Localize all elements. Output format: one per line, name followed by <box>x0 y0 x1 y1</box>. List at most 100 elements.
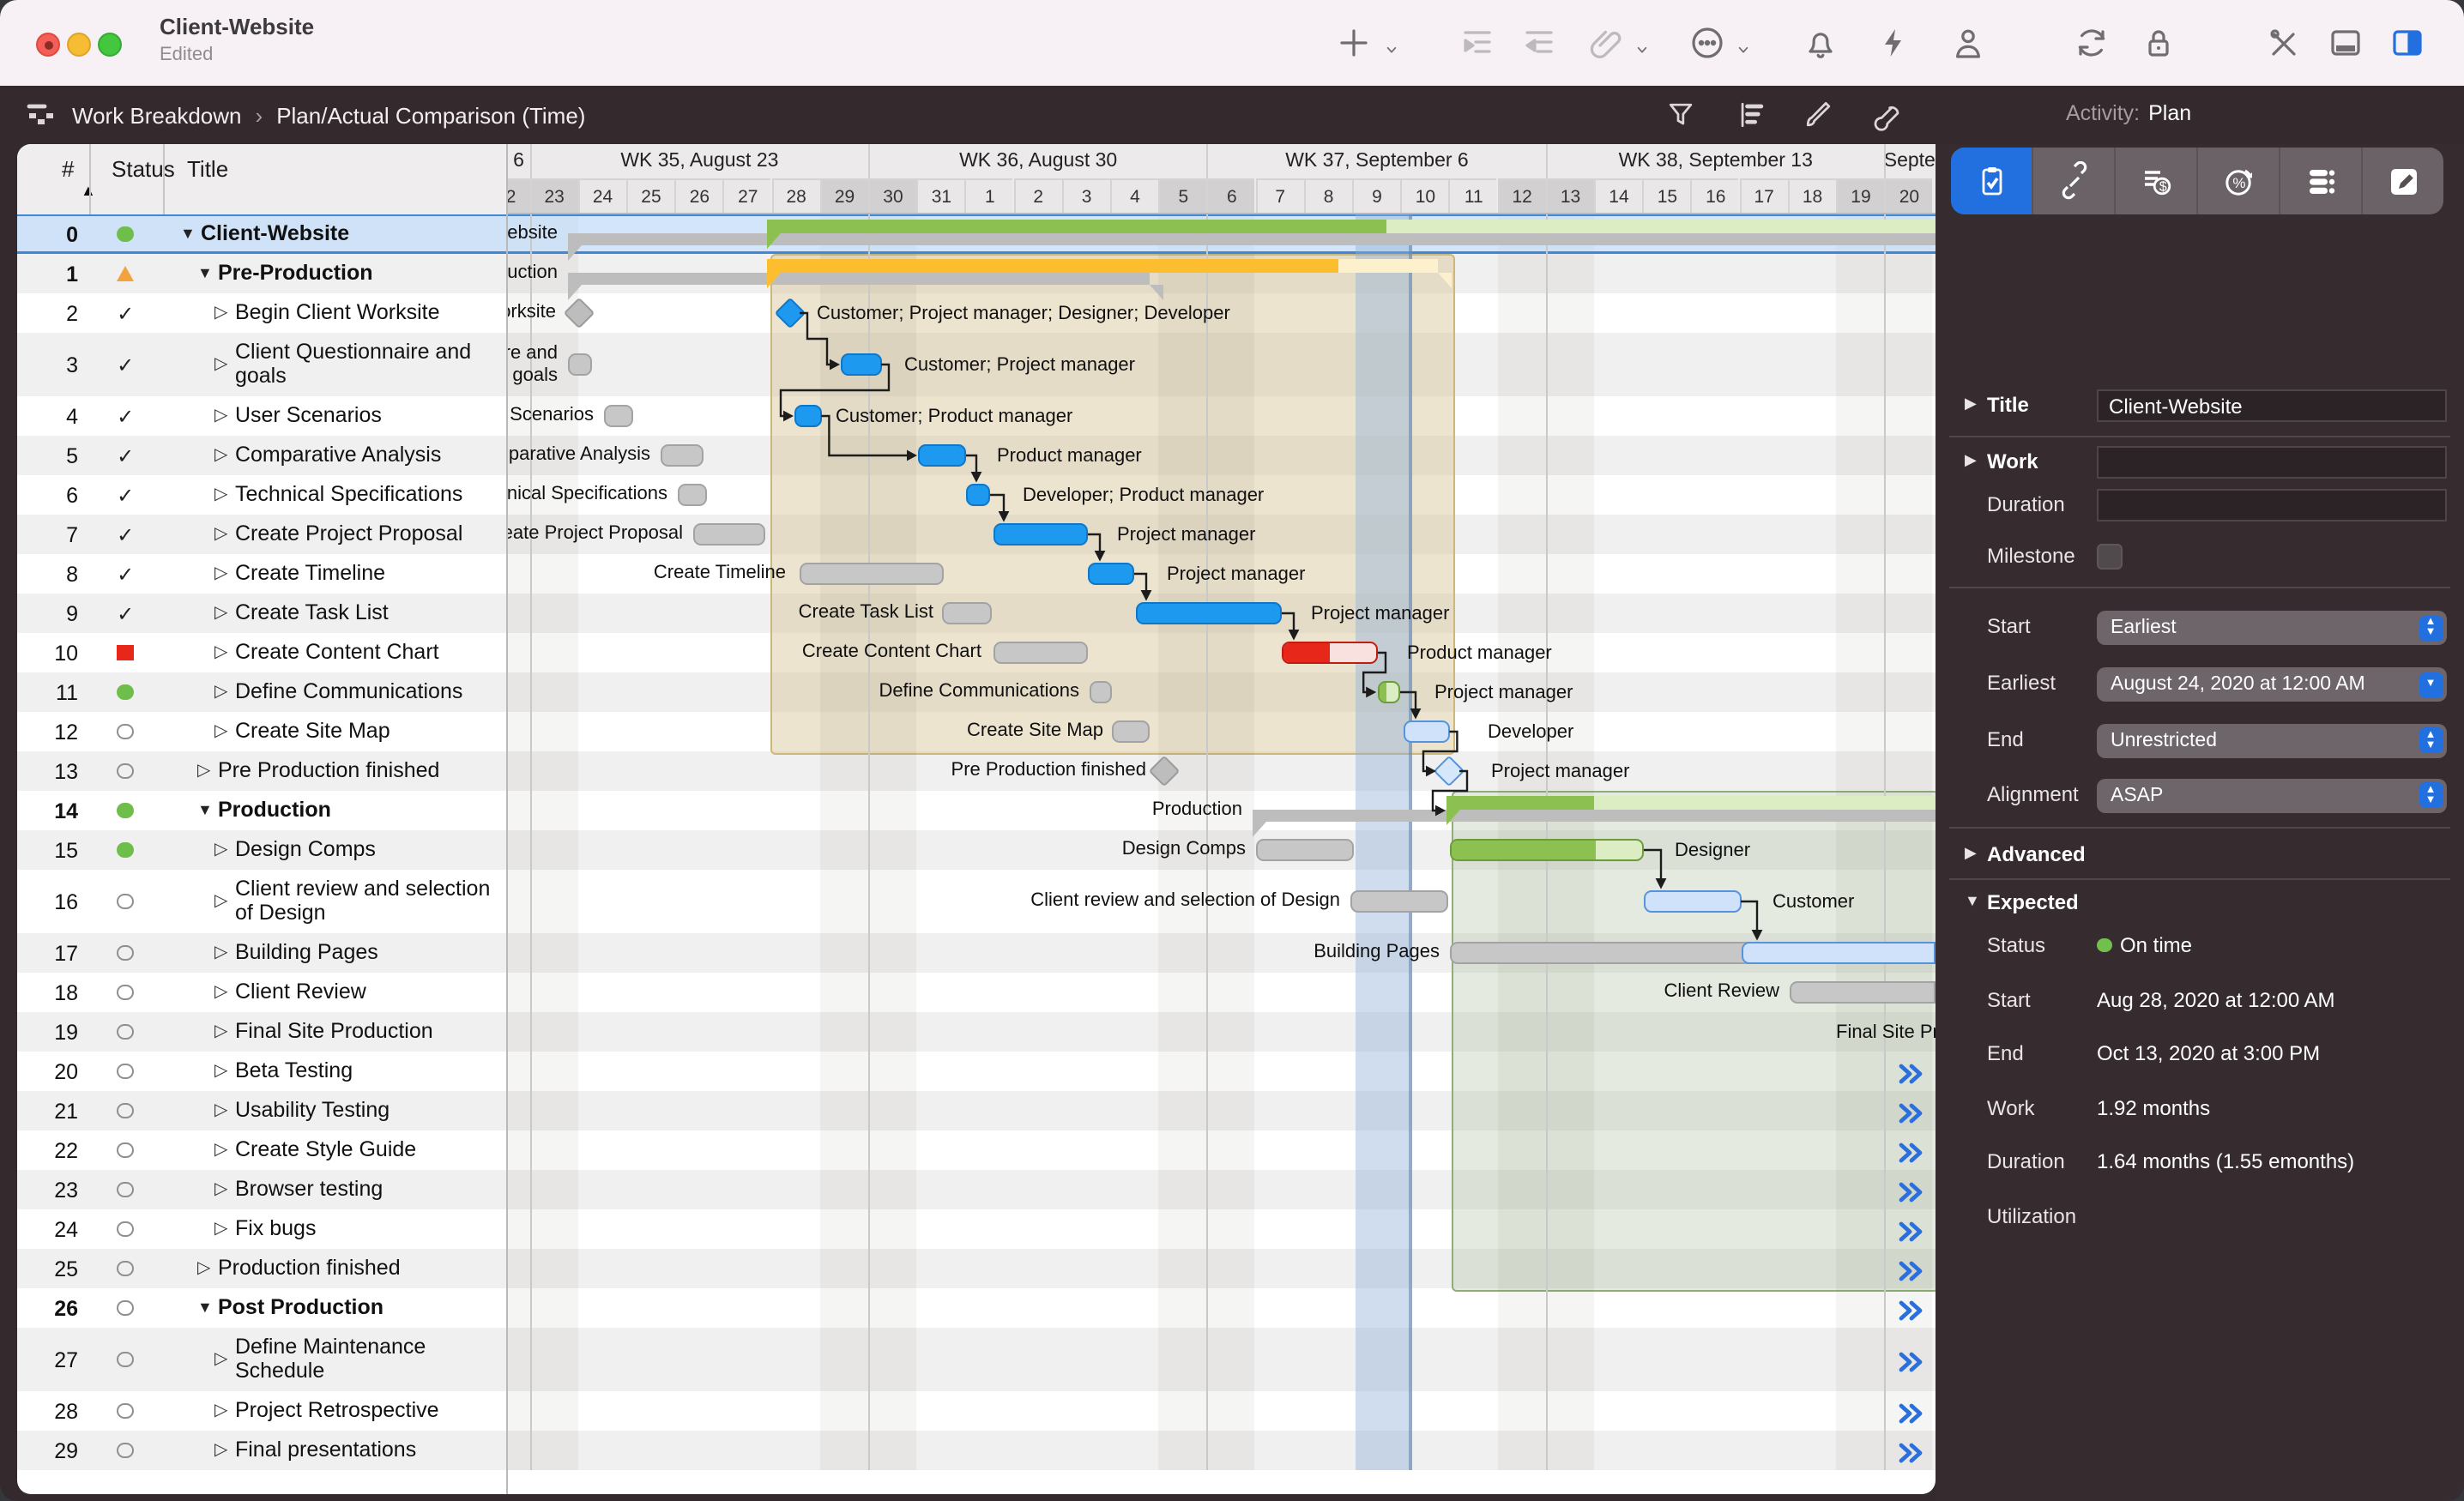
summary-bar[interactable] <box>1446 795 1936 810</box>
continues-right-indicator[interactable] <box>1898 1258 1925 1289</box>
disclosure-triangle[interactable]: ▷ <box>214 942 235 965</box>
table-row-18[interactable]: 18▷Client Review <box>17 973 506 1012</box>
column-header-number[interactable]: # <box>62 156 74 182</box>
brush-icon[interactable] <box>1802 98 1836 132</box>
title-disclosure[interactable]: ▶ <box>1965 395 1977 413</box>
expected-bar[interactable] <box>1741 942 1936 965</box>
indent-icon[interactable] <box>1458 24 1496 62</box>
continues-right-indicator[interactable] <box>1898 1179 1925 1210</box>
baseline-summary-bar[interactable] <box>568 273 1150 285</box>
table-row-15[interactable]: 15▷Design Comps <box>17 830 506 870</box>
continues-right-indicator[interactable] <box>1898 1298 1925 1329</box>
disclosure-triangle[interactable]: ▷ <box>214 484 235 507</box>
table-row-9[interactable]: 9✓▷Create Task List <box>17 594 506 633</box>
disclosure-triangle[interactable]: ▷ <box>214 602 235 625</box>
table-row-6[interactable]: 6✓▷Technical Specifications <box>17 475 506 515</box>
disclosure-triangle[interactable]: ▷ <box>214 1439 235 1462</box>
table-row-19[interactable]: 19▷Final Site Production <box>17 1012 506 1052</box>
disclosure-triangle[interactable]: ▷ <box>214 1218 235 1241</box>
expected-bar[interactable] <box>1282 642 1378 665</box>
inspector-tab-info[interactable] <box>1951 148 2033 214</box>
table-row-5[interactable]: 5✓▷Comparative Analysis <box>17 436 506 475</box>
plan-bar[interactable] <box>1450 942 1788 965</box>
plan-bar[interactable] <box>1256 839 1354 862</box>
alignment-popup[interactable]: ASAP ▲▼ <box>2097 778 2447 812</box>
stepper-icon[interactable]: ▲▼ <box>2419 782 2443 808</box>
breadcrumb-item-view[interactable]: Plan/Actual Comparison (Time) <box>276 102 585 128</box>
expected-bar[interactable] <box>794 405 821 428</box>
continues-right-indicator[interactable] <box>1898 1219 1925 1250</box>
inspector-tab-finance[interactable]: $ <box>2116 148 2198 214</box>
table-row-28[interactable]: 28▷Project Retrospective <box>17 1391 506 1431</box>
table-row-12[interactable]: 12▷Create Site Map <box>17 712 506 751</box>
continues-right-indicator[interactable] <box>1898 1349 1925 1380</box>
plan-bar[interactable] <box>1350 890 1448 913</box>
expected-bar[interactable] <box>966 484 990 507</box>
expected-bar[interactable] <box>1403 720 1449 744</box>
expected-bar[interactable] <box>1377 681 1400 704</box>
expected-bar[interactable] <box>1644 890 1741 913</box>
summary-bar[interactable] <box>767 258 1438 273</box>
filter-icon[interactable] <box>1664 98 1699 132</box>
inspector-tab-notes[interactable] <box>2363 148 2443 214</box>
inspector-tab-links[interactable] <box>2033 148 2116 214</box>
continues-right-indicator[interactable] <box>1898 1401 1925 1432</box>
chevron-down-icon[interactable] <box>1381 31 1402 69</box>
outdent-icon[interactable] <box>1520 24 1558 62</box>
table-row-20[interactable]: 20▷Beta Testing <box>17 1052 506 1091</box>
plan-bar[interactable] <box>568 353 592 377</box>
bolt-icon[interactable] <box>1874 24 1911 62</box>
expected-disclosure[interactable]: ▼ <box>1965 892 1980 909</box>
close-button[interactable] <box>36 33 60 57</box>
zoom-button[interactable] <box>98 33 122 57</box>
disclosure-triangle[interactable]: ▼ <box>180 223 201 246</box>
ellipsis-icon[interactable] <box>1688 24 1726 62</box>
expected-bar[interactable] <box>1450 839 1644 862</box>
table-row-24[interactable]: 24▷Fix bugs <box>17 1209 506 1249</box>
table-row-22[interactable]: 22▷Create Style Guide <box>17 1130 506 1170</box>
disclosure-triangle[interactable]: ▷ <box>214 353 235 377</box>
table-row-26[interactable]: 26▼Post Production <box>17 1288 506 1328</box>
disclosure-triangle[interactable]: ▷ <box>214 890 235 913</box>
disclosure-triangle[interactable]: ▷ <box>214 720 235 744</box>
inspector-tab-resources[interactable] <box>2280 148 2363 214</box>
table-row-17[interactable]: 17▷Building Pages <box>17 933 506 973</box>
end-popup[interactable]: Unrestricted ▲▼ <box>2097 723 2447 757</box>
column-header-title[interactable]: Title <box>187 156 228 182</box>
attach-icon[interactable] <box>1587 24 1625 62</box>
plan-bar[interactable] <box>661 444 704 467</box>
add-icon[interactable] <box>1335 24 1373 62</box>
summary-bar[interactable] <box>767 219 1936 233</box>
disclosure-triangle[interactable]: ▷ <box>214 405 235 428</box>
baseline-summary-bar[interactable] <box>1253 810 1936 822</box>
table-row-21[interactable]: 21▷Usability Testing <box>17 1091 506 1130</box>
wrench-icon[interactable] <box>1869 98 1903 132</box>
format-icon[interactable] <box>1735 98 1769 132</box>
chevron-down-icon[interactable]: ▼ <box>2419 672 2443 697</box>
disclosure-triangle[interactable]: ▷ <box>214 642 235 665</box>
disclosure-triangle[interactable]: ▷ <box>197 1257 218 1281</box>
work-input[interactable] <box>2097 446 2447 479</box>
continues-right-indicator[interactable] <box>1898 1061 1925 1092</box>
tools-icon[interactable] <box>2265 24 2303 62</box>
table-row-1[interactable]: 1▼Pre-Production <box>17 254 506 293</box>
table-row-23[interactable]: 23▷Browser testing <box>17 1170 506 1209</box>
expected-bar[interactable] <box>918 444 966 467</box>
person-icon[interactable] <box>1949 24 1987 62</box>
work-disclosure[interactable]: ▶ <box>1965 451 1977 470</box>
table-row-7[interactable]: 7✓▷Create Project Proposal <box>17 515 506 554</box>
disclosure-triangle[interactable]: ▼ <box>197 262 218 286</box>
disclosure-triangle[interactable]: ▼ <box>197 799 218 823</box>
plan-bar[interactable] <box>678 484 707 507</box>
title-input[interactable]: Client-Website <box>2097 389 2447 422</box>
table-row-13[interactable]: 13▷Pre Production finished <box>17 751 506 791</box>
disclosure-triangle[interactable]: ▷ <box>214 1348 235 1371</box>
stepper-icon[interactable]: ▲▼ <box>2419 615 2443 641</box>
panel-right-icon[interactable] <box>2389 24 2426 62</box>
table-row-11[interactable]: 11▷Define Communications <box>17 672 506 712</box>
disclosure-triangle[interactable]: ▷ <box>214 839 235 862</box>
disclosure-triangle[interactable]: ▷ <box>214 1021 235 1044</box>
lock-icon[interactable] <box>2140 24 2177 62</box>
plan-bar[interactable] <box>693 523 765 546</box>
disclosure-triangle[interactable]: ▷ <box>214 1139 235 1162</box>
